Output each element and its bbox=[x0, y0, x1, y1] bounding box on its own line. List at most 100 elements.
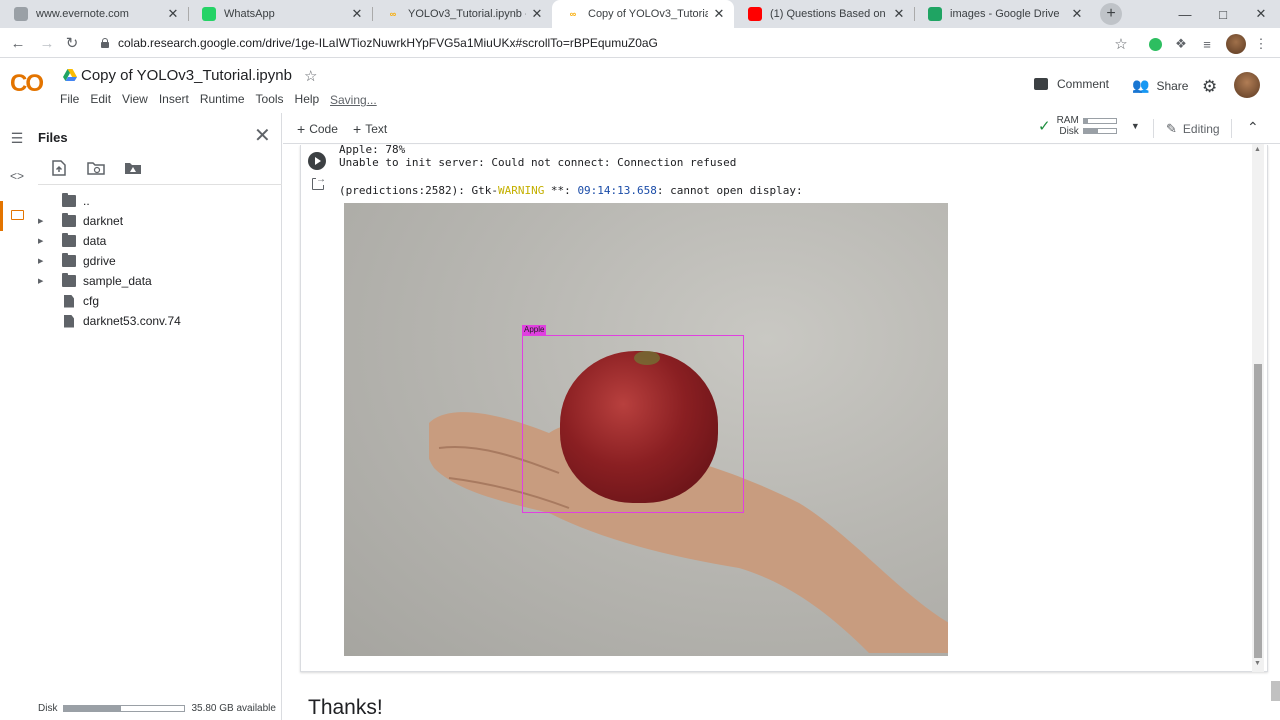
browser-tab[interactable]: images - Google Drive ✕ bbox=[914, 0, 1092, 28]
evernote-extension-icon[interactable] bbox=[1146, 35, 1164, 53]
colab-icon: ∞ bbox=[389, 9, 397, 19]
expand-arrow-icon[interactable]: ▶ bbox=[38, 257, 48, 265]
back-icon[interactable]: ← bbox=[7, 32, 29, 54]
close-icon[interactable]: ✕ bbox=[254, 123, 271, 148]
tree-item-label: darknet53.conv.74 bbox=[83, 314, 181, 328]
colab-logo[interactable]: CO bbox=[10, 70, 44, 98]
browser-profile-avatar[interactable] bbox=[1226, 34, 1246, 54]
close-tab-icon[interactable]: ✕ bbox=[166, 6, 180, 22]
page-scrollbar-thumb[interactable] bbox=[1271, 681, 1280, 701]
new-tab-button[interactable]: + bbox=[1100, 3, 1122, 25]
url-text: colab.research.google.com/drive/1ge-ILaI… bbox=[118, 36, 658, 50]
add-code-button[interactable]: + Code bbox=[297, 121, 338, 137]
expand-arrow-icon[interactable]: ▶ bbox=[38, 277, 48, 285]
folder-item[interactable]: ▶ gdrive bbox=[32, 251, 282, 271]
star-notebook-icon[interactable]: ☆ bbox=[304, 67, 317, 85]
save-status[interactable]: Saving... bbox=[330, 93, 377, 107]
browser-tab[interactable]: www.evernote.com ✕ bbox=[0, 0, 188, 28]
file-icon bbox=[64, 314, 74, 328]
cell-scrollbar[interactable]: ▲ ▼ bbox=[1252, 144, 1264, 672]
menu-help[interactable]: Help bbox=[295, 92, 320, 106]
refresh-folder-icon[interactable] bbox=[86, 159, 106, 177]
upload-file-icon[interactable] bbox=[49, 159, 69, 177]
browser-tab[interactable]: WhatsApp ✕ bbox=[188, 0, 372, 28]
menu-file[interactable]: File bbox=[60, 92, 79, 106]
cell-scrollbar-thumb[interactable] bbox=[1254, 364, 1262, 658]
close-tab-icon[interactable]: ✕ bbox=[530, 6, 544, 22]
tree-item-label: gdrive bbox=[83, 254, 116, 268]
prediction-image: Apple bbox=[344, 203, 948, 656]
folder-icon bbox=[62, 213, 76, 227]
share-button[interactable]: 👥 Share bbox=[1132, 77, 1188, 94]
collapse-header-icon[interactable]: ⌃ bbox=[1247, 119, 1259, 136]
folder-item[interactable]: ▶ darknet bbox=[32, 211, 282, 231]
bookmark-star-icon[interactable]: ☆ bbox=[1112, 35, 1130, 53]
output-line: Unable to init server: Could not connect… bbox=[339, 156, 737, 169]
scroll-down-icon[interactable]: ▼ bbox=[1254, 660, 1261, 667]
settings-gear-icon[interactable]: ⚙ bbox=[1202, 77, 1217, 97]
ram-label: RAM bbox=[1056, 115, 1079, 126]
close-window-icon[interactable]: ✕ bbox=[1242, 0, 1280, 28]
resources-indicator[interactable]: ✓ RAM Disk ▼ bbox=[1038, 115, 1140, 137]
parent-dir-item[interactable]: .. bbox=[32, 191, 282, 211]
notebook-title[interactable]: Copy of YOLOv3_Tutorial.ipynb bbox=[81, 67, 292, 84]
menu-view[interactable]: View bbox=[122, 92, 148, 106]
user-avatar[interactable] bbox=[1234, 72, 1260, 98]
pencil-icon: ✎ bbox=[1166, 121, 1177, 136]
add-text-button[interactable]: + Text bbox=[353, 121, 387, 137]
comment-button[interactable]: Comment bbox=[1034, 77, 1109, 91]
maximize-icon[interactable]: □ bbox=[1204, 0, 1242, 28]
file-icon bbox=[64, 294, 74, 308]
colab-header: CO Copy of YOLOv3_Tutorial.ipynb ☆ File … bbox=[0, 58, 1280, 113]
folder-item[interactable]: ▶ data bbox=[32, 231, 282, 251]
browser-tab[interactable]: (1) Questions Based on Ante ✕ bbox=[734, 0, 914, 28]
menu-bar: File Edit View Insert Runtime Tools Help bbox=[60, 92, 330, 106]
disk-usage-bar-toolbar bbox=[1082, 128, 1117, 134]
disk-usage-bar bbox=[63, 705, 186, 712]
close-tab-icon[interactable]: ✕ bbox=[712, 6, 726, 22]
reload-icon[interactable]: ↻ bbox=[61, 32, 83, 54]
lock-icon bbox=[100, 38, 110, 48]
menu-insert[interactable]: Insert bbox=[159, 92, 189, 106]
files-folder-icon[interactable] bbox=[8, 206, 26, 224]
file-tree: .. ▶ darknet ▶ data ▶ gdrive ▶ sample_data cfg dar… bbox=[32, 191, 282, 331]
close-tab-icon[interactable]: ✕ bbox=[1070, 6, 1084, 22]
disk-label: Disk bbox=[38, 703, 58, 714]
run-cell-icon[interactable] bbox=[308, 152, 326, 170]
file-item[interactable]: cfg bbox=[32, 291, 282, 311]
folder-item[interactable]: ▶ sample_data bbox=[32, 271, 282, 291]
table-of-contents-icon[interactable]: ☰ bbox=[8, 129, 26, 147]
menu-tools[interactable]: Tools bbox=[256, 92, 284, 106]
menu-runtime[interactable]: Runtime bbox=[200, 92, 245, 106]
google-drive-icon bbox=[63, 69, 77, 81]
browser-tab[interactable]: ∞ Copy of YOLOv3_Tutorial.ipy ✕ bbox=[552, 0, 734, 28]
mount-drive-icon[interactable] bbox=[123, 159, 143, 177]
files-panel-title: Files bbox=[38, 130, 68, 145]
forward-icon[interactable]: → bbox=[36, 32, 58, 54]
file-item[interactable]: darknet53.conv.74 bbox=[32, 311, 282, 331]
notebook-area: +Code +Text ✓ RAM Disk ▼ ✎ Editing ⌃ App… bbox=[283, 113, 1280, 720]
chrome-menu-icon[interactable]: ⋮ bbox=[1252, 35, 1270, 53]
folder-icon bbox=[62, 233, 76, 247]
extensions-puzzle-icon[interactable]: ❖ bbox=[1172, 35, 1190, 53]
menu-edit[interactable]: Edit bbox=[90, 92, 111, 106]
expand-arrow-icon[interactable]: ▶ bbox=[38, 237, 48, 245]
tree-item-label: darknet bbox=[83, 214, 124, 228]
reading-list-icon[interactable]: ≡ bbox=[1198, 35, 1216, 53]
ram-usage-bar bbox=[1082, 118, 1117, 124]
close-tab-icon[interactable]: ✕ bbox=[350, 6, 364, 22]
code-snippets-icon[interactable]: <> bbox=[8, 167, 26, 185]
minimize-icon[interactable]: — bbox=[1166, 0, 1204, 28]
globe-icon bbox=[14, 7, 28, 21]
close-tab-icon[interactable]: ✕ bbox=[892, 6, 906, 22]
editing-mode-button[interactable]: ✎ Editing bbox=[1166, 121, 1220, 137]
resources-dropdown-icon[interactable]: ▼ bbox=[1131, 121, 1140, 131]
tab-title: www.evernote.com bbox=[36, 8, 129, 20]
clear-output-icon[interactable] bbox=[312, 174, 326, 190]
url-bar[interactable]: colab.research.google.com/drive/1ge-ILaI… bbox=[94, 31, 1138, 55]
scroll-up-icon[interactable]: ▲ bbox=[1254, 146, 1261, 153]
browser-tab[interactable]: ∞ YOLOv3_Tutorial.ipynb - Cola ✕ bbox=[372, 0, 552, 28]
expand-arrow-icon[interactable]: ▶ bbox=[38, 217, 48, 225]
folder-icon bbox=[62, 253, 76, 267]
code-cell[interactable]: Apple: 78% Unable to init server: Could … bbox=[300, 143, 1268, 672]
